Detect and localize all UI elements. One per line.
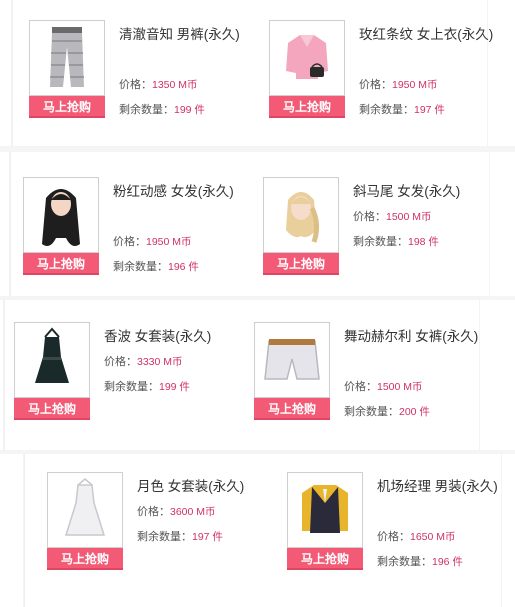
stock-line: 剩余数量：199 件 <box>119 101 205 117</box>
product-card: 马上抢购 清澈音知 男裤(永久) 价格：1350 M币 剩余数量：199 件 <box>29 20 269 140</box>
grey-pants-icon <box>30 21 104 95</box>
product-name: 清澈音知 男裤(永久) <box>119 27 240 42</box>
stock-label: 剩余数量： <box>344 406 399 418</box>
product-name: 舞动赫尔利 女裤(永久) <box>344 329 479 344</box>
stock-label: 剩余数量： <box>119 104 174 116</box>
white-dress-icon <box>48 473 122 547</box>
buy-now-button[interactable]: 马上抢购 <box>263 253 339 275</box>
stock-line: 剩余数量：197 件 <box>137 528 223 544</box>
product-card: 马上抢购 舞动赫尔利 女裤(永久) 价格：1500 M币 剩余数量：200 件 <box>254 322 494 442</box>
long-black-hair-icon <box>24 178 98 252</box>
price-label: 价格： <box>344 381 377 393</box>
price-line: 价格：3330 M币 <box>104 353 183 369</box>
vest-suit-icon <box>288 473 362 547</box>
product-name: 月色 女套装(永久) <box>137 479 245 494</box>
stock-label: 剩余数量： <box>137 531 192 543</box>
price-label: 价格： <box>359 79 392 91</box>
product-thumbnail[interactable] <box>29 20 105 96</box>
stock-value: 199 件 <box>174 104 205 116</box>
stock-label: 剩余数量： <box>359 104 414 116</box>
price-value: 1950 M币 <box>146 236 192 248</box>
buy-now-button[interactable]: 马上抢购 <box>269 96 345 118</box>
product-name: 香波 女套装(永久) <box>104 329 212 344</box>
price-label: 价格： <box>104 356 137 368</box>
price-line: 价格：1500 M币 <box>344 378 423 394</box>
stock-line: 剩余数量：196 件 <box>377 553 463 569</box>
stock-value: 200 件 <box>399 406 430 418</box>
price-value: 3330 M币 <box>137 356 183 368</box>
product-name: 斜马尾 女发(永久) <box>353 184 461 199</box>
buy-now-button[interactable]: 马上抢购 <box>23 253 99 275</box>
stock-line: 剩余数量：199 件 <box>104 378 190 394</box>
stock-line: 剩余数量：198 件 <box>353 233 439 249</box>
price-value: 1950 M币 <box>392 79 438 91</box>
price-value: 1500 M币 <box>386 211 432 223</box>
price-value: 3600 M币 <box>170 506 216 518</box>
buy-now-button[interactable]: 马上抢购 <box>29 96 105 118</box>
blonde-ponytail-icon <box>264 178 338 252</box>
price-value: 1350 M币 <box>152 79 198 91</box>
price-value: 1650 M币 <box>410 531 456 543</box>
stock-label: 剩余数量： <box>104 381 159 393</box>
price-label: 价格： <box>377 531 410 543</box>
black-dress-icon <box>15 323 89 397</box>
stock-line: 剩余数量：200 件 <box>344 403 430 419</box>
stock-line: 剩余数量：196 件 <box>113 258 199 274</box>
product-card: 马上抢购 斜马尾 女发(永久) 价格：1500 M币 剩余数量：198 件 <box>263 177 503 297</box>
price-line: 价格：1350 M币 <box>119 76 198 92</box>
pink-jacket-icon <box>270 21 344 95</box>
price-label: 价格： <box>137 506 170 518</box>
buy-now-button[interactable]: 马上抢购 <box>47 548 123 570</box>
product-thumbnail[interactable] <box>287 472 363 548</box>
product-thumbnail[interactable] <box>14 322 90 398</box>
product-thumbnail[interactable] <box>23 177 99 253</box>
price-line: 价格：1950 M币 <box>113 233 192 249</box>
product-name: 玫红条纹 女上衣(永久) <box>359 27 494 42</box>
product-name: 机场经理 男装(永久) <box>377 479 498 494</box>
price-line: 价格：1500 M币 <box>353 208 432 224</box>
stock-value: 199 件 <box>159 381 190 393</box>
stock-value: 197 件 <box>414 104 445 116</box>
stock-value: 198 件 <box>408 236 439 248</box>
stock-label: 剩余数量： <box>113 261 168 273</box>
product-name: 粉红动感 女发(永久) <box>113 184 234 199</box>
product-card: 马上抢购 粉红动感 女发(永久) 价格：1950 M币 剩余数量：196 件 <box>23 177 263 297</box>
white-shorts-icon <box>255 323 329 397</box>
price-line: 价格：1950 M币 <box>359 76 438 92</box>
product-thumbnail[interactable] <box>254 322 330 398</box>
stock-value: 196 件 <box>168 261 199 273</box>
product-card: 马上抢购 月色 女套装(永久) 价格：3600 M币 剩余数量：197 件 <box>47 472 287 592</box>
stock-value: 197 件 <box>192 531 223 543</box>
price-line: 价格：3600 M币 <box>137 503 216 519</box>
price-label: 价格： <box>353 211 386 223</box>
product-card: 马上抢购 香波 女套装(永久) 价格：3330 M币 剩余数量：199 件 <box>14 322 254 442</box>
product-thumbnail[interactable] <box>269 20 345 96</box>
product-card: 马上抢购 机场经理 男装(永久) 价格：1650 M币 剩余数量：196 件 <box>287 472 515 592</box>
stock-line: 剩余数量：197 件 <box>359 101 445 117</box>
price-label: 价格： <box>119 79 152 91</box>
price-label: 价格： <box>113 236 146 248</box>
product-thumbnail[interactable] <box>263 177 339 253</box>
product-thumbnail[interactable] <box>47 472 123 548</box>
buy-now-button[interactable]: 马上抢购 <box>287 548 363 570</box>
buy-now-button[interactable]: 马上抢购 <box>254 398 330 420</box>
product-card: 马上抢购 玫红条纹 女上衣(永久) 价格：1950 M币 剩余数量：197 件 <box>269 20 509 140</box>
stock-label: 剩余数量： <box>353 236 408 248</box>
stock-label: 剩余数量： <box>377 556 432 568</box>
stock-value: 196 件 <box>432 556 463 568</box>
price-line: 价格：1650 M币 <box>377 528 456 544</box>
buy-now-button[interactable]: 马上抢购 <box>14 398 90 420</box>
price-value: 1500 M币 <box>377 381 423 393</box>
